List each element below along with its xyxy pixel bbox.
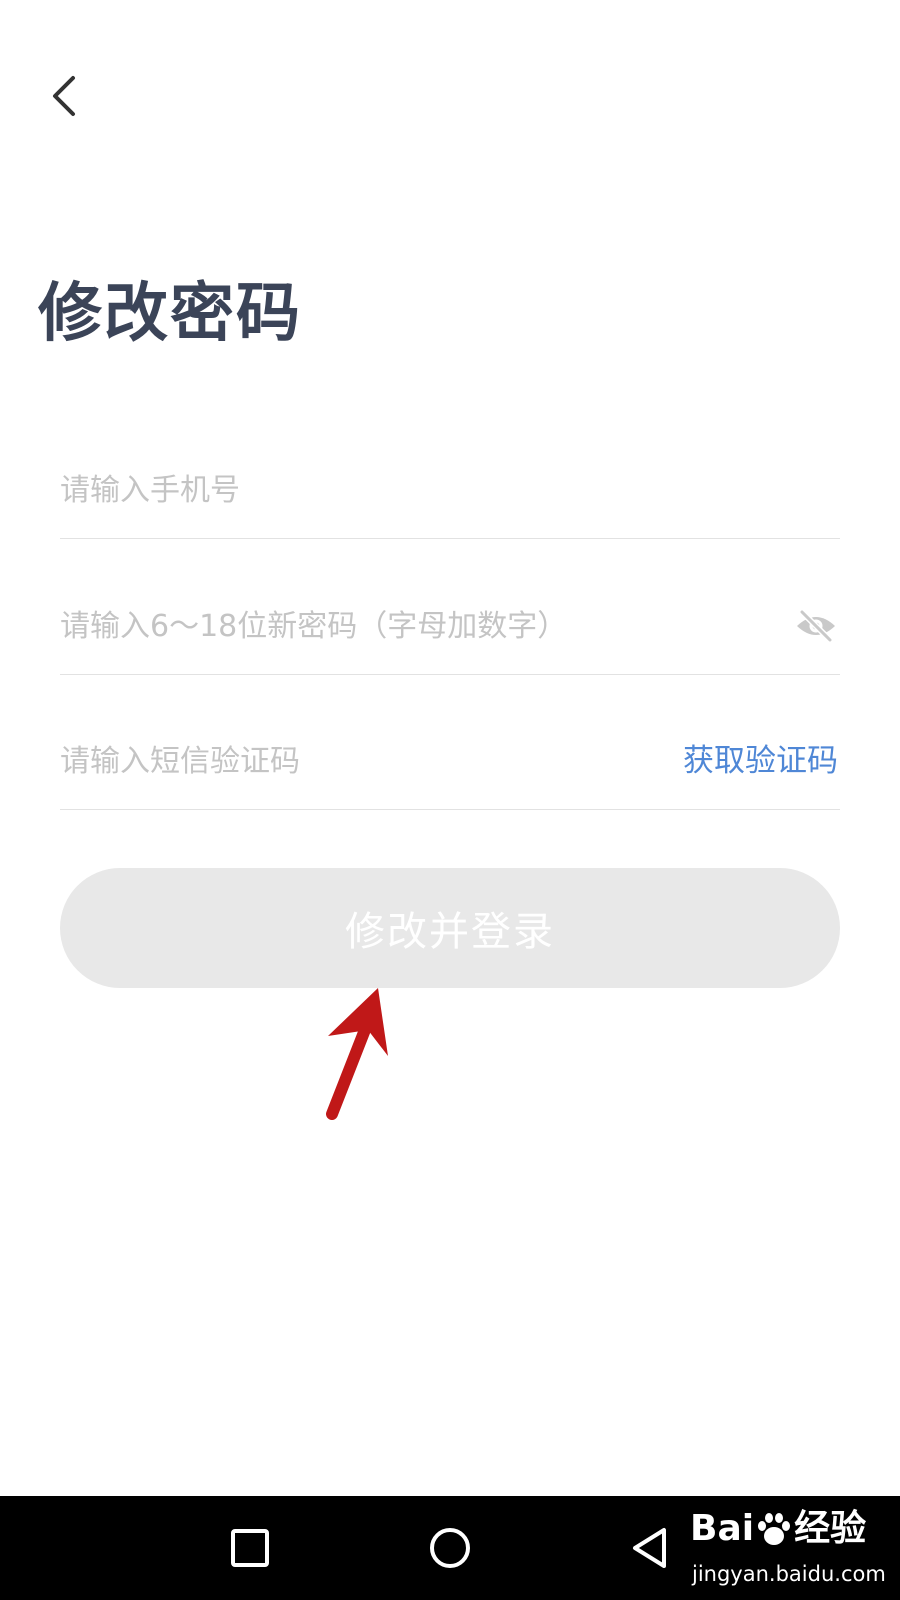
eye-slash-icon bbox=[797, 609, 835, 643]
recent-apps-button[interactable] bbox=[220, 1518, 280, 1578]
red-arrow-annotation bbox=[326, 988, 388, 1120]
sms-code-field: 获取验证码 bbox=[60, 713, 840, 810]
new-password-input[interactable] bbox=[60, 578, 740, 674]
square-recent-apps-icon bbox=[231, 1529, 269, 1567]
page-title: 修改密码 bbox=[38, 277, 302, 351]
back-button[interactable] bbox=[40, 66, 88, 126]
chevron-left-icon bbox=[53, 76, 75, 116]
paw-icon bbox=[758, 1513, 791, 1545]
triangle-back-icon bbox=[633, 1528, 666, 1568]
circle-home-icon bbox=[430, 1528, 470, 1568]
sms-code-input[interactable] bbox=[60, 713, 740, 809]
watermark-logo-text-2: 经验 bbox=[794, 1508, 867, 1549]
watermark-logo-text-1: Bai bbox=[690, 1508, 755, 1549]
get-verification-code-button[interactable]: 获取验证码 bbox=[683, 713, 838, 809]
phone-field bbox=[60, 442, 840, 539]
watermark-logo: Bai 经验 bbox=[690, 1510, 866, 1550]
phone-input[interactable] bbox=[60, 442, 740, 538]
password-visibility-toggle[interactable] bbox=[794, 606, 838, 646]
watermark-url: jingyan.baidu.com bbox=[692, 1562, 886, 1586]
change-password-screen: 修改密码 获取验证码 修改并登录 bbox=[0, 0, 900, 1600]
baidu-jingyan-watermark: Bai 经验 jingyan.baidu.com bbox=[690, 1504, 890, 1594]
home-button[interactable] bbox=[420, 1518, 480, 1578]
submit-and-login-button[interactable]: 修改并登录 bbox=[60, 868, 840, 988]
system-navigation-bar: Bai 经验 jingyan.baidu.com bbox=[0, 1496, 900, 1600]
password-field bbox=[60, 578, 840, 675]
nav-back-button[interactable] bbox=[620, 1518, 680, 1578]
